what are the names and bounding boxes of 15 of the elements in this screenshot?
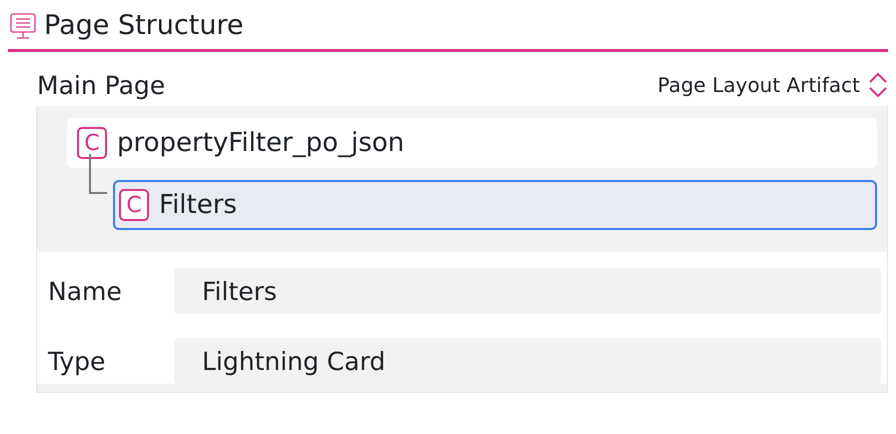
property-value: Filters: [174, 268, 881, 314]
tree-item[interactable]: C Filters: [113, 180, 877, 230]
page-name: Main Page: [37, 70, 166, 100]
artifact-type-select[interactable]: Page Layout Artifact: [657, 71, 888, 99]
component-badge: C: [77, 127, 107, 159]
up-down-chevron-icon: [868, 71, 888, 99]
property-value: Lightning Card: [174, 338, 881, 384]
monitor-icon: [8, 10, 38, 40]
tree-item[interactable]: C propertyFilter_po_json: [67, 118, 877, 168]
tree-item-label: propertyFilter_po_json: [117, 128, 404, 158]
component-badge: C: [119, 189, 149, 221]
property-label: Type: [48, 346, 106, 376]
property-label: Name: [48, 276, 123, 306]
panel-title: Page Structure: [44, 10, 244, 41]
tree-item-label: Filters: [159, 190, 237, 220]
